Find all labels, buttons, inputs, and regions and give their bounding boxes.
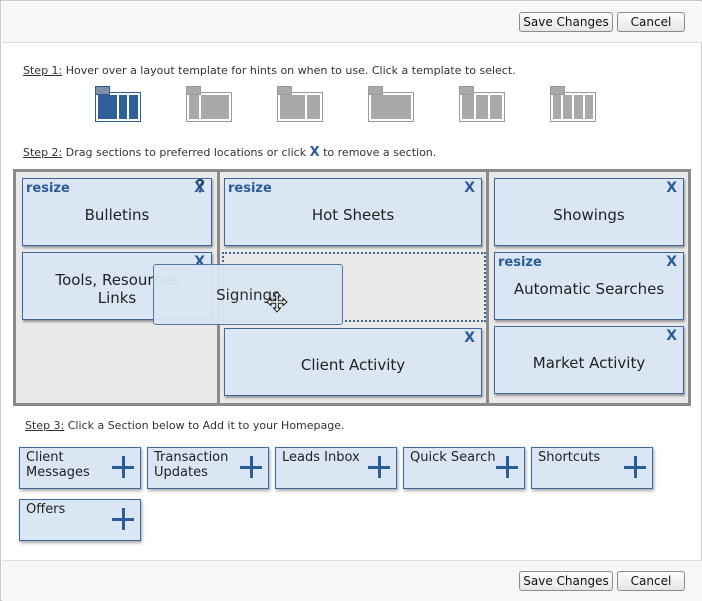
template-two-column-split-icon bbox=[277, 86, 323, 122]
template-selected-icon bbox=[95, 86, 141, 122]
add-section-label: Offers bbox=[26, 502, 66, 517]
add-section-label: Shortcuts bbox=[538, 450, 601, 465]
homepage-layout-dialog: Save Changes Cancel Step 1: Hover over a… bbox=[0, 0, 702, 601]
section-title: Bulletins bbox=[84, 206, 150, 224]
section-title: Client Activity bbox=[300, 356, 406, 374]
step3-text: Click a Section below to Add it to your … bbox=[64, 419, 345, 432]
section-showings[interactable]: X Showings bbox=[494, 178, 684, 246]
step1-text: Hover over a layout template for hints o… bbox=[62, 64, 516, 77]
section-title: Hot Sheets bbox=[311, 206, 395, 224]
move-cursor-icon bbox=[266, 291, 288, 313]
step3-label: Step 3: bbox=[25, 419, 65, 432]
save-changes-button-bottom[interactable]: Save Changes bbox=[519, 571, 613, 591]
template-four-column-icon bbox=[550, 86, 596, 122]
step1-label: Step 1: bbox=[23, 64, 63, 77]
section-market-activity[interactable]: X Market Activity bbox=[494, 326, 684, 394]
remove-x-symbol: X bbox=[309, 145, 320, 160]
section-hot-sheets[interactable]: resize X Hot Sheets bbox=[224, 178, 482, 246]
section-bulletins[interactable]: resize X Bulletins bbox=[22, 178, 212, 246]
add-section-transaction-updates[interactable]: Transaction Updates bbox=[147, 447, 269, 489]
section-client-activity[interactable]: X Client Activity bbox=[224, 328, 482, 396]
dragging-section-signings[interactable]: Signings bbox=[153, 264, 343, 325]
help-cursor-icon bbox=[196, 179, 204, 193]
layout-template-four-column[interactable] bbox=[550, 86, 596, 122]
cancel-button-bottom[interactable]: Cancel bbox=[617, 571, 685, 591]
bottom-toolbar: Save Changes Cancel bbox=[2, 560, 702, 601]
template-three-column-icon bbox=[459, 86, 505, 122]
section-title: Showings bbox=[553, 206, 625, 224]
top-toolbar: Save Changes Cancel bbox=[2, 2, 702, 43]
add-section-client-messages[interactable]: Client Messages bbox=[19, 447, 141, 489]
plus-icon bbox=[112, 456, 134, 478]
layout-template-two-column-split[interactable] bbox=[277, 86, 323, 122]
save-changes-button-top[interactable]: Save Changes bbox=[519, 12, 613, 32]
step2-text-before: Drag sections to preferred locations or … bbox=[62, 146, 310, 159]
add-section-quick-search[interactable]: Quick Search bbox=[403, 447, 525, 489]
add-section-shortcuts[interactable]: Shortcuts bbox=[531, 447, 653, 489]
plus-icon bbox=[496, 456, 518, 478]
cancel-button-top[interactable]: Cancel bbox=[617, 12, 685, 32]
template-one-column-icon bbox=[368, 86, 414, 122]
template-two-column-icon bbox=[186, 86, 232, 122]
layout-template-three-column[interactable] bbox=[459, 86, 505, 122]
section-title: Market Activity bbox=[532, 354, 646, 372]
layout-template-selected[interactable] bbox=[95, 86, 141, 122]
layout-template-one-column[interactable] bbox=[368, 86, 414, 122]
plus-icon bbox=[240, 456, 262, 478]
add-section-label: Transaction Updates bbox=[154, 450, 229, 480]
section-title: Automatic Searches bbox=[513, 280, 665, 298]
plus-icon bbox=[624, 456, 646, 478]
step1-instructions: Step 1: Hover over a layout template for… bbox=[23, 64, 516, 77]
step2-label: Step 2: bbox=[23, 146, 63, 159]
add-section-offers[interactable]: Offers bbox=[19, 499, 141, 541]
plus-icon bbox=[112, 508, 134, 530]
add-section-label: Leads Inbox bbox=[282, 450, 360, 465]
add-section-label: Quick Search bbox=[410, 450, 496, 465]
column-divider-2 bbox=[486, 172, 489, 403]
section-title: Signings bbox=[216, 285, 280, 304]
section-automatic-searches[interactable]: resize X Automatic Searches bbox=[494, 252, 684, 320]
plus-icon bbox=[368, 456, 390, 478]
section-title-line2: Links bbox=[97, 289, 137, 307]
step3-instructions: Step 3: Click a Section below to Add it … bbox=[25, 419, 345, 432]
step2-text-after: to remove a section. bbox=[319, 146, 437, 159]
add-section-label: Client Messages bbox=[26, 450, 90, 480]
layout-area: resize X Bulletins X Tools, Resources Li… bbox=[13, 169, 691, 406]
layout-template-two-column[interactable] bbox=[186, 86, 232, 122]
add-section-leads-inbox[interactable]: Leads Inbox bbox=[275, 447, 397, 489]
step2-instructions: Step 2: Drag sections to preferred locat… bbox=[23, 145, 436, 160]
